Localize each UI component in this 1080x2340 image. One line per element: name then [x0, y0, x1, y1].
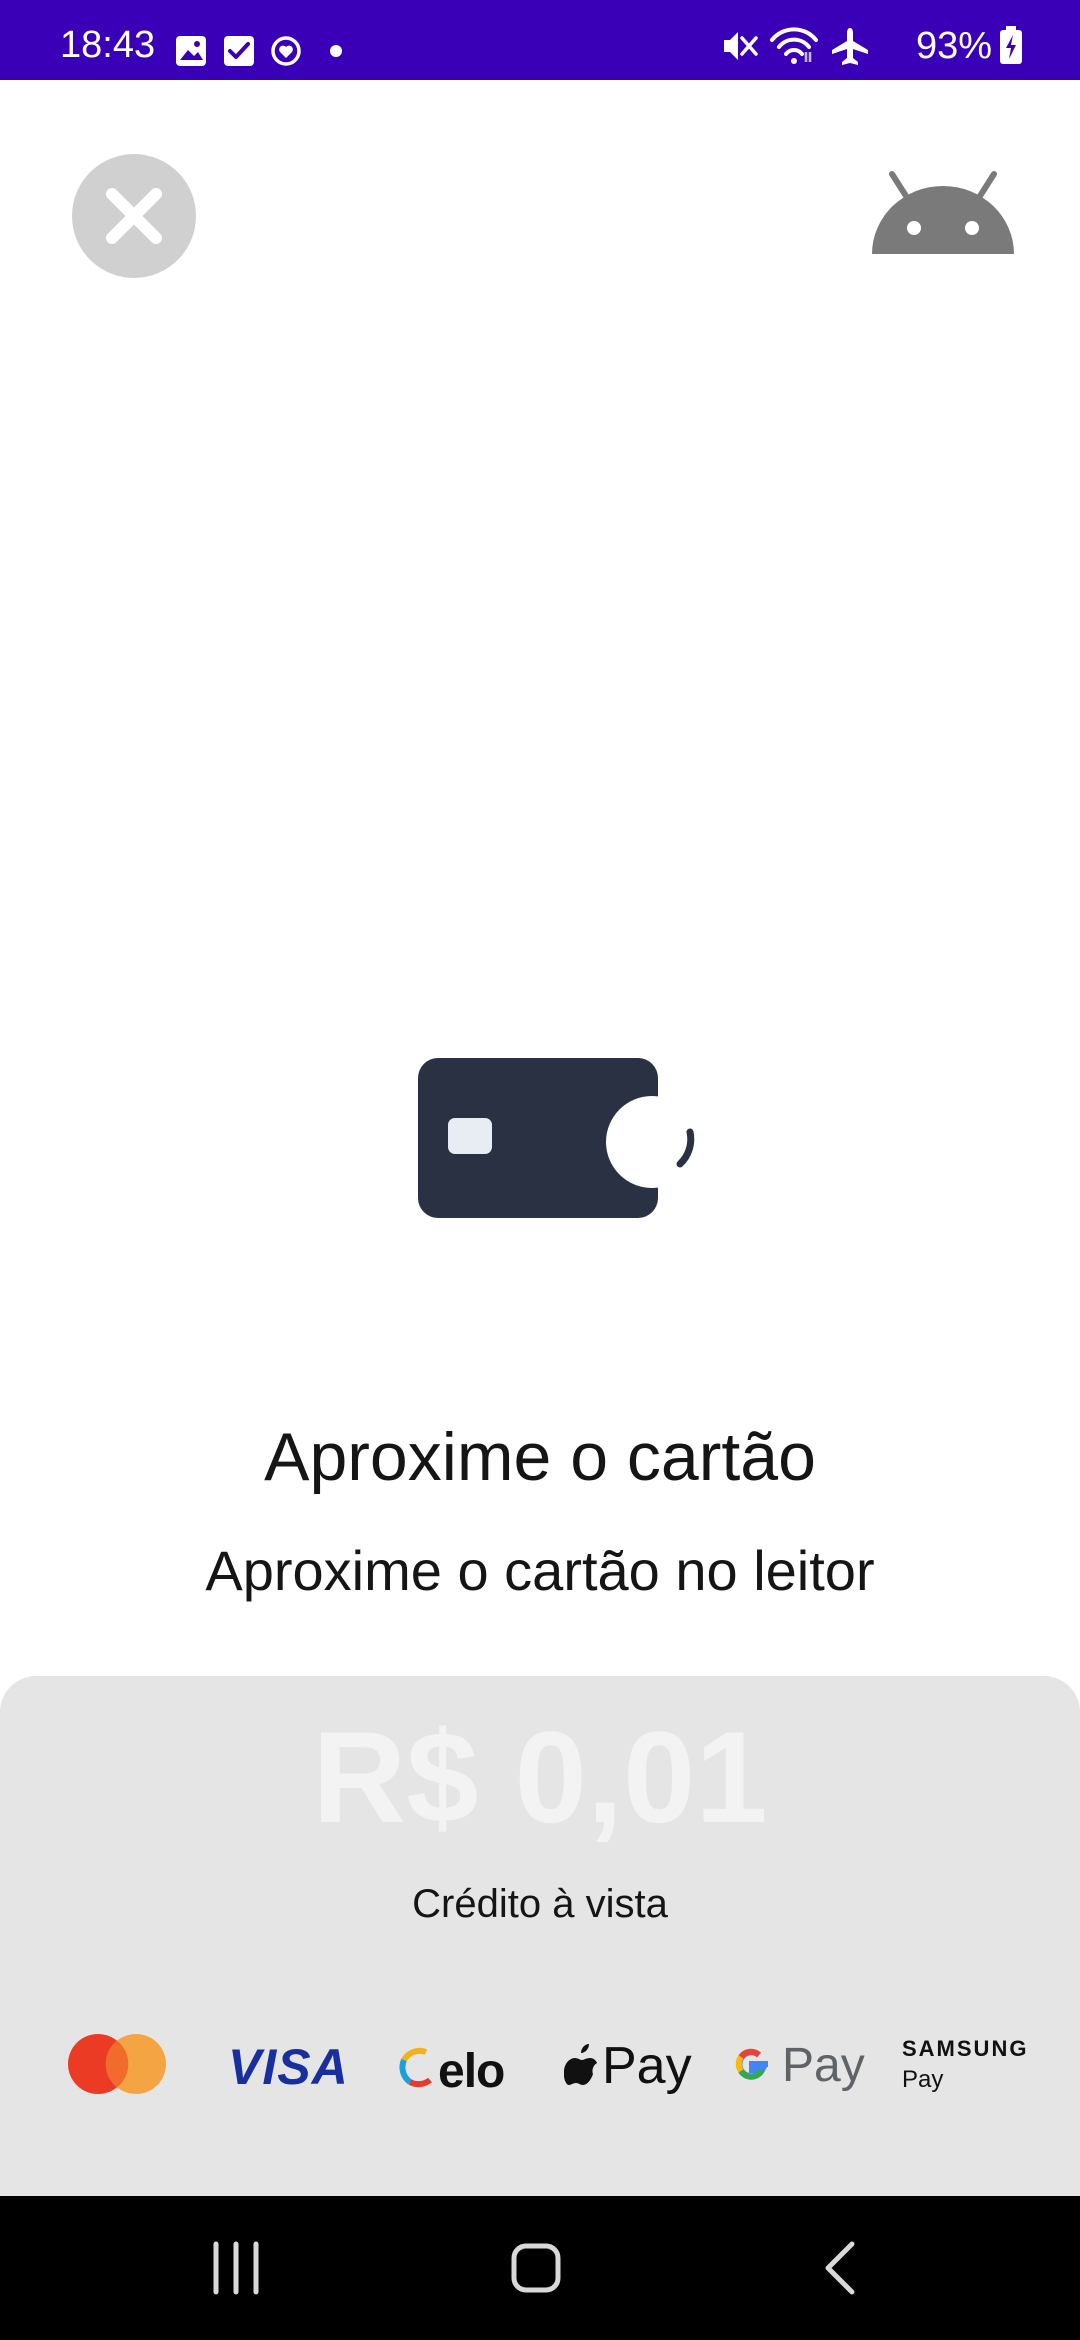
apple-icon [564, 2044, 597, 2085]
prompt-subtitle: Aproxime o cartão no leitor [205, 1539, 875, 1602]
recents-icon [213, 2241, 259, 2295]
battery-charging-icon [1000, 26, 1022, 64]
visa-logo: VISA [228, 2039, 349, 2095]
apple-pay-text: Pay [602, 2037, 692, 2095]
elo-logo: elo [396, 2038, 516, 2148]
dot-icon [330, 45, 342, 57]
close-button[interactable] [72, 154, 196, 278]
home-icon [511, 2243, 561, 2293]
google-g-icon [735, 2048, 768, 2080]
home-button[interactable] [496, 2236, 576, 2300]
gallery-icon [176, 36, 206, 66]
payment-type: Crédito à vista [412, 1882, 668, 1926]
apple-pay-logo: Pay [564, 2036, 692, 2146]
refresh-heart-icon [271, 36, 301, 66]
prompt-title: Aproxime o cartão [264, 1419, 816, 1495]
mute-icon [723, 32, 758, 60]
back-button[interactable] [800, 2236, 880, 2300]
airplane-icon [831, 28, 868, 65]
samsung-text: SAMSUNG [902, 2036, 1029, 2061]
samsung-pay-text: Pay [902, 2066, 944, 2093]
battery-percent: 93% [915, 25, 992, 67]
close-icon [106, 188, 162, 244]
wifi-icon [769, 27, 818, 64]
status-bar: 18:43 93% [0, 0, 1080, 80]
elo-ring-icon [399, 2047, 432, 2088]
status-left-icons [176, 34, 356, 75]
samsung-pay-logo: SAMSUNG Pay [902, 2036, 1032, 2146]
google-pay-logo: Pay [732, 2036, 865, 2146]
checkbox-icon [224, 36, 254, 66]
status-right-icons: 93% [720, 26, 1024, 66]
google-pay-text: Pay [782, 2039, 865, 2092]
navigation-bar [0, 2196, 1080, 2340]
payment-sheet: R$ 0,01 Crédito à vista VISA elo Pay Pay… [0, 1676, 1080, 2196]
payment-amount: R$ 0,01 [312, 1704, 768, 1850]
recents-button[interactable] [196, 2236, 276, 2300]
status-time: 18:43 [60, 24, 156, 66]
contactless-card-icon [418, 1058, 698, 1227]
elo-text: elo [438, 2045, 505, 2098]
mastercard-logo [66, 2032, 168, 2142]
android-icon [872, 170, 1014, 261]
back-icon [825, 2241, 855, 2295]
